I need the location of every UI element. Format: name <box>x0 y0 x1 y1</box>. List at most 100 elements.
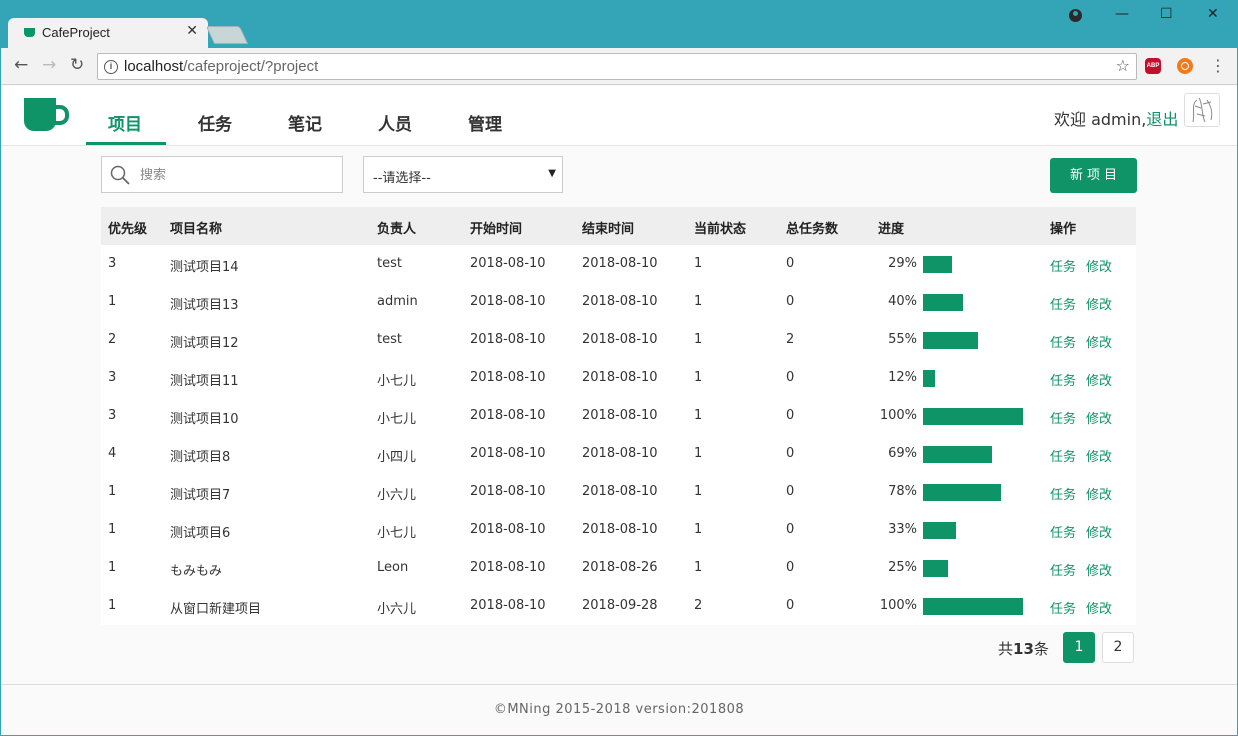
edit-link[interactable]: 修改 <box>1086 412 1112 427</box>
progress-bar <box>923 560 1023 577</box>
page-button-2[interactable]: 2 <box>1102 632 1134 663</box>
browser-tab[interactable]: CafeProject ✕ <box>8 18 208 48</box>
cell-total-tasks: 0 <box>786 560 795 575</box>
header-end[interactable]: 结束时间 <box>582 218 634 237</box>
back-arrow-icon[interactable]: ← <box>14 55 28 75</box>
search-box[interactable] <box>101 156 343 193</box>
minimize-button[interactable]: — <box>1115 6 1129 22</box>
cell-status: 1 <box>694 370 703 385</box>
coffee-cup-logo-icon[interactable] <box>24 98 69 131</box>
tasks-link[interactable]: 任务 <box>1050 374 1076 389</box>
search-input[interactable] <box>140 165 330 185</box>
new-tab-button[interactable] <box>205 26 249 44</box>
header-owner[interactable]: 负责人 <box>377 218 416 237</box>
table-row: 1 从窗口新建项目 小六儿 2018-08-10 2018-09-28 2 0 100% 任务修… <box>101 587 1136 625</box>
nav-item-notes[interactable]: 笔记 <box>288 110 322 135</box>
progress-bar <box>923 294 1023 311</box>
nav-item-people[interactable]: 人员 <box>378 110 412 135</box>
edit-link[interactable]: 修改 <box>1086 564 1112 579</box>
cell-end-date: 2018-08-10 <box>582 294 658 309</box>
nav-item-admin[interactable]: 管理 <box>468 110 502 135</box>
extension-icon[interactable] <box>1177 58 1193 74</box>
tasks-link[interactable]: 任务 <box>1050 412 1076 427</box>
header-total-tasks[interactable]: 总任务数 <box>786 218 838 237</box>
edit-link[interactable]: 修改 <box>1086 602 1112 617</box>
cell-start-date: 2018-08-10 <box>470 294 546 309</box>
user-account-icon[interactable] <box>1069 9 1082 22</box>
header-start[interactable]: 开始时间 <box>470 218 522 237</box>
cell-start-date: 2018-08-10 <box>470 408 546 423</box>
cell-project-name: 测试项目13 <box>170 298 239 313</box>
window-border-left <box>0 48 1 736</box>
progress-bar-fill <box>923 598 1023 615</box>
cell-end-date: 2018-08-10 <box>582 522 658 537</box>
tasks-link[interactable]: 任务 <box>1050 336 1076 351</box>
tasks-link[interactable]: 任务 <box>1050 260 1076 275</box>
edit-link[interactable]: 修改 <box>1086 374 1112 389</box>
cell-status: 1 <box>694 446 703 461</box>
url-text[interactable]: localhost/cafeproject/?project <box>124 58 318 75</box>
nav-item-projects[interactable]: 项目 <box>108 110 142 135</box>
cell-priority: 3 <box>108 370 117 385</box>
table-row: 3 测试项目11 小七儿 2018-08-10 2018-08-10 1 0 12% 任务 修改 <box>101 359 1136 397</box>
row-actions: 任务 修改 <box>1050 446 1122 465</box>
progress-percent: 78% <box>888 484 917 499</box>
address-bar[interactable]: i localhost/cafeproject/?project ☆ <box>97 53 1137 80</box>
cell-start-date: 2018-08-10 <box>470 598 546 613</box>
cell-owner: test <box>377 256 402 271</box>
edit-link[interactable]: 修改 <box>1086 526 1112 541</box>
total-count: 共13条 <box>998 640 1049 658</box>
footer-text: ©MNing 2015-2018 version:201808 <box>493 702 745 717</box>
progress-bar-fill <box>923 332 978 349</box>
cell-total-tasks: 0 <box>786 408 795 423</box>
header-status[interactable]: 当前状态 <box>694 218 746 237</box>
tasks-link[interactable]: 任务 <box>1050 564 1076 579</box>
cell-start-date: 2018-08-10 <box>470 484 546 499</box>
close-window-button[interactable]: ✕ <box>1207 6 1219 22</box>
edit-link[interactable]: 修改 <box>1086 488 1112 503</box>
cell-owner: 小七儿 <box>377 526 417 541</box>
edit-link[interactable]: 修改 <box>1086 336 1112 351</box>
header-priority[interactable]: 优先级 <box>108 218 147 237</box>
tasks-link[interactable]: 任务 <box>1050 298 1076 313</box>
edit-link[interactable]: 修改 <box>1086 450 1112 465</box>
star-icon[interactable]: ☆ <box>1116 56 1130 75</box>
footer-divider <box>1 684 1237 685</box>
status-select[interactable]: --请选择-- ▼ <box>363 156 563 193</box>
progress-percent: 29% <box>888 256 917 271</box>
tasks-link[interactable]: 任务 <box>1050 602 1076 617</box>
edit-link[interactable]: 修改 <box>1086 260 1112 275</box>
avatar[interactable] <box>1184 93 1220 127</box>
forward-arrow-icon[interactable]: → <box>42 55 56 75</box>
nav-item-tasks[interactable]: 任务 <box>198 110 232 135</box>
cell-priority: 4 <box>108 446 117 461</box>
cell-project-name: 测试项目7 <box>170 488 231 503</box>
page-button-1[interactable]: 1 <box>1063 632 1095 663</box>
tasks-link[interactable]: 任务 <box>1050 488 1076 503</box>
cell-priority: 1 <box>108 522 117 537</box>
edit-link[interactable]: 修改 <box>1086 298 1112 313</box>
tasks-link[interactable]: 任务 <box>1050 450 1076 465</box>
header-progress[interactable]: 进度 <box>878 218 904 237</box>
cell-project-name: 测试项目6 <box>170 526 231 541</box>
new-project-button[interactable]: 新项目 <box>1050 158 1137 193</box>
maximize-button[interactable]: ☐ <box>1160 6 1173 22</box>
cell-start-date: 2018-08-10 <box>470 332 546 347</box>
cell-project-name: 测试项目8 <box>170 450 231 465</box>
progress-bar-fill <box>923 408 1023 425</box>
adblock-icon[interactable]: ABP <box>1145 58 1161 74</box>
row-actions: 任务 修改 <box>1050 522 1122 541</box>
logout-link[interactable]: 退出 <box>1146 110 1178 129</box>
browser-menu-icon[interactable]: ⋮ <box>1210 56 1226 75</box>
info-icon[interactable]: i <box>104 60 118 74</box>
table-row: 4 测试项目8 小四儿 2018-08-10 2018-08-10 1 0 69% 任务 修改 <box>101 435 1136 473</box>
reload-icon[interactable]: ↻ <box>70 55 84 75</box>
progress-percent: 25% <box>888 560 917 575</box>
cell-start-date: 2018-08-10 <box>470 522 546 537</box>
cell-owner: 小四儿 <box>377 450 417 465</box>
cell-priority: 1 <box>108 560 117 575</box>
tasks-link[interactable]: 任务 <box>1050 526 1076 541</box>
header-name[interactable]: 项目名称 <box>170 218 222 237</box>
tab-close-icon[interactable]: ✕ <box>186 23 198 39</box>
row-actions: 任务 修改 <box>1050 294 1122 313</box>
